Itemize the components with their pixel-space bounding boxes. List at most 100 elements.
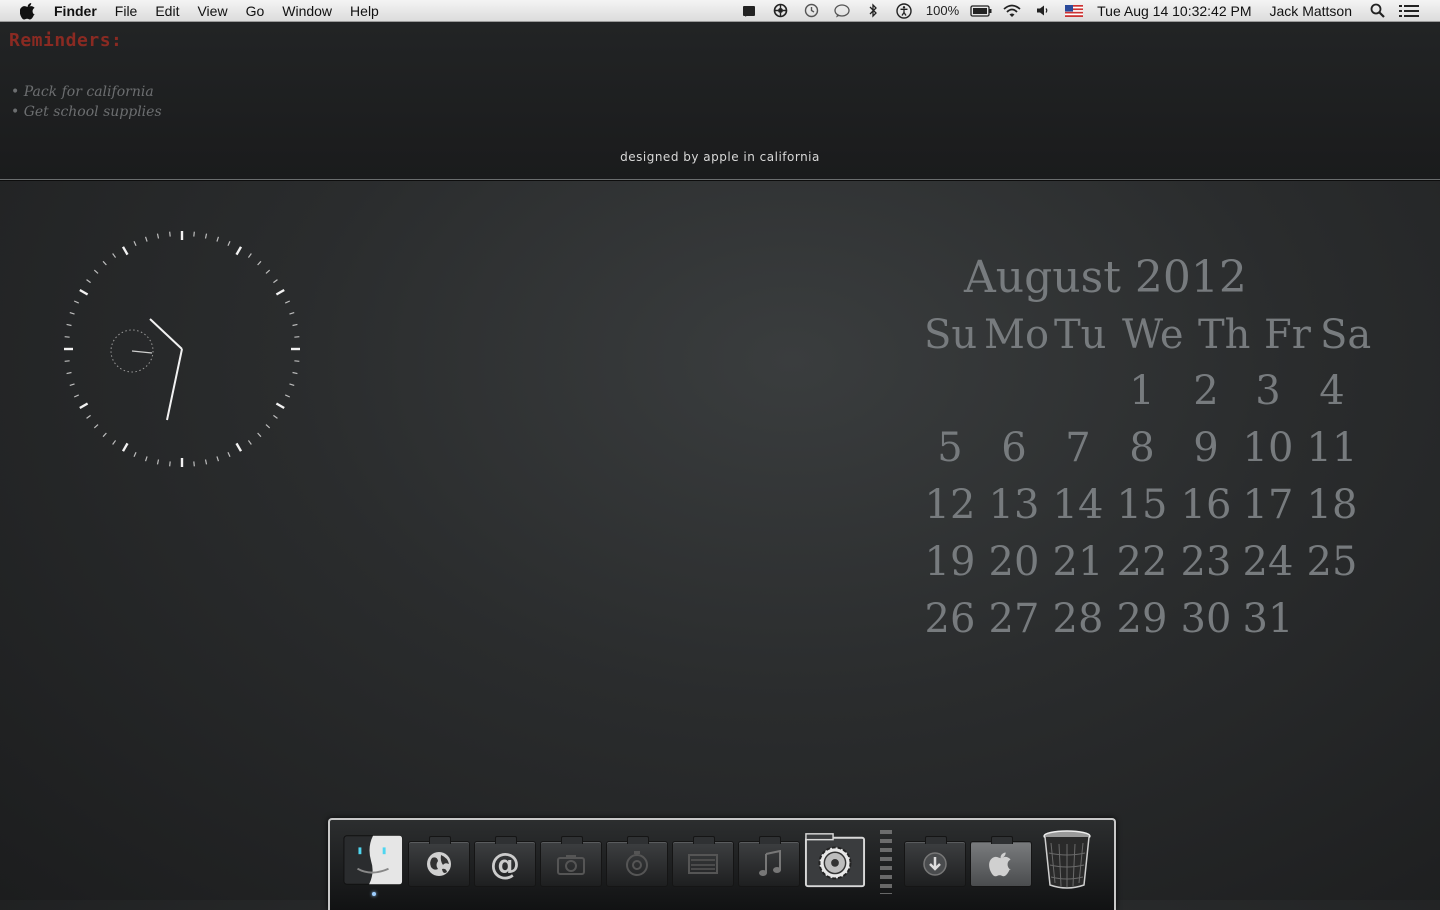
calendar-day: 10	[1242, 425, 1294, 471]
chat-icon[interactable]	[827, 0, 858, 21]
spotlight-icon[interactable]	[1362, 0, 1393, 21]
calendar-day: 3	[1255, 368, 1281, 414]
calendar-day: 22	[1116, 539, 1168, 585]
calendar-day: 18	[1306, 482, 1358, 528]
calendar-day: 17	[1242, 482, 1294, 528]
clock-minute-tick	[66, 371, 72, 375]
dock-separator	[880, 830, 892, 894]
calendar-day: 13	[988, 482, 1040, 528]
clock-minute-tick	[257, 260, 262, 266]
sub-dial-hand	[131, 350, 153, 354]
calendar-day: 21	[1052, 539, 1104, 585]
clock-minute-tick	[257, 432, 262, 438]
clock-minute-tick	[102, 432, 107, 438]
clock-minute-tick	[169, 231, 171, 237]
clock-minute-tick	[284, 394, 291, 398]
clock-minute-tick	[292, 371, 298, 375]
clock-minute-tick	[292, 323, 298, 327]
clock-minute-tick	[144, 236, 148, 242]
sync-icon[interactable]	[765, 0, 796, 21]
reminder-item: • Get school supplies	[11, 104, 162, 120]
list-icon[interactable]	[1393, 0, 1424, 21]
calendar-day: 20	[988, 539, 1040, 585]
music-icon[interactable]	[738, 832, 800, 888]
clock-hour-tick	[235, 442, 243, 452]
calendar-day: 2	[1193, 368, 1219, 414]
bluetooth-icon[interactable]	[858, 0, 889, 21]
menu-edit[interactable]: Edit	[146, 3, 188, 19]
clock-minute-tick	[216, 456, 220, 462]
calendar-weekday: Tu	[1054, 312, 1107, 358]
calendar-day: 14	[1052, 482, 1104, 528]
running-indicator	[372, 892, 376, 896]
clock-minute-tick	[133, 451, 137, 458]
globe-icon[interactable]	[408, 832, 470, 888]
mail-icon[interactable]: @	[474, 832, 536, 888]
reminders-title: Reminders:	[9, 30, 123, 51]
clock-hour-tick	[121, 246, 129, 256]
calendar-day: 23	[1180, 539, 1232, 585]
menu-file[interactable]: File	[106, 3, 147, 19]
calendar-day: 24	[1242, 539, 1294, 585]
clock-minute-tick	[86, 414, 91, 419]
accessibility-icon[interactable]	[889, 0, 920, 21]
time-machine-icon[interactable]	[796, 0, 827, 21]
us-flag-icon[interactable]	[1058, 0, 1089, 21]
user-name[interactable]: Jack Mattson	[1260, 3, 1362, 19]
menu-help[interactable]: Help	[341, 3, 388, 19]
downloads-icon[interactable]	[904, 832, 966, 888]
clock-hour-tick	[235, 246, 243, 256]
menu-view[interactable]: View	[188, 3, 236, 19]
hour-hand	[149, 318, 183, 350]
notification-icon[interactable]	[734, 0, 765, 21]
clock-hour-tick	[275, 288, 285, 296]
calendar-day: 27	[988, 596, 1040, 642]
apple-menu-icon[interactable]	[19, 2, 37, 20]
calendar-day: 19	[924, 539, 976, 585]
calendar-weekday: Mo	[984, 312, 1050, 358]
menu-go[interactable]: Go	[237, 3, 274, 19]
clock-minute-tick	[86, 279, 91, 284]
clock-minute-tick	[294, 360, 300, 362]
calendar-day: 29	[1116, 596, 1168, 642]
calendar-weekday: Fr	[1264, 312, 1311, 358]
menu-window[interactable]: Window	[273, 3, 341, 19]
clock-minute-tick	[112, 253, 117, 258]
finder-icon[interactable]	[342, 832, 404, 888]
menubar-clock[interactable]: Tue Aug 14 10:32:42 PM	[1089, 3, 1259, 19]
menu-bar: Finder File Edit View Go Window Help 100…	[0, 0, 1440, 22]
clock-minute-tick	[156, 459, 160, 465]
trash-icon[interactable]	[1036, 830, 1098, 889]
clock-minute-tick	[294, 336, 300, 338]
clock-minute-tick	[102, 260, 107, 266]
tagline: designed by apple in california	[620, 150, 820, 164]
clock-minute-tick	[247, 253, 252, 258]
calendar-day: 25	[1306, 539, 1358, 585]
volume-icon[interactable]	[1027, 0, 1058, 21]
dock: @	[328, 818, 1116, 910]
clock-minute-tick	[265, 424, 271, 429]
clock-minute-tick	[73, 300, 80, 304]
reminder-item: • Pack for california	[11, 84, 154, 100]
clock-minute-tick	[156, 233, 160, 239]
clock-minute-tick	[289, 311, 295, 315]
system-preferences-icon[interactable]	[804, 832, 866, 888]
top-widget-panel: Reminders: • Pack for california • Get s…	[0, 22, 1440, 180]
calendar-day: 11	[1306, 425, 1358, 471]
clock-minute-tick	[284, 300, 291, 304]
clapperboard-icon[interactable]	[672, 832, 734, 888]
battery-percent[interactable]: 100%	[920, 0, 965, 21]
camera-icon[interactable]	[540, 832, 602, 888]
clock-minute-tick	[265, 269, 271, 274]
clock-minute-tick	[193, 461, 195, 467]
applications-icon[interactable]	[970, 832, 1032, 888]
clock-minute-tick	[64, 336, 70, 338]
clock-minute-tick	[204, 459, 208, 465]
timer-icon[interactable]	[606, 832, 668, 888]
wifi-icon[interactable]	[996, 0, 1027, 21]
clock-minute-tick	[66, 323, 72, 327]
clock-minute-tick	[216, 236, 220, 242]
clock-minute-tick	[69, 383, 75, 387]
menu-finder[interactable]: Finder	[54, 3, 106, 19]
battery-icon[interactable]	[965, 0, 996, 21]
